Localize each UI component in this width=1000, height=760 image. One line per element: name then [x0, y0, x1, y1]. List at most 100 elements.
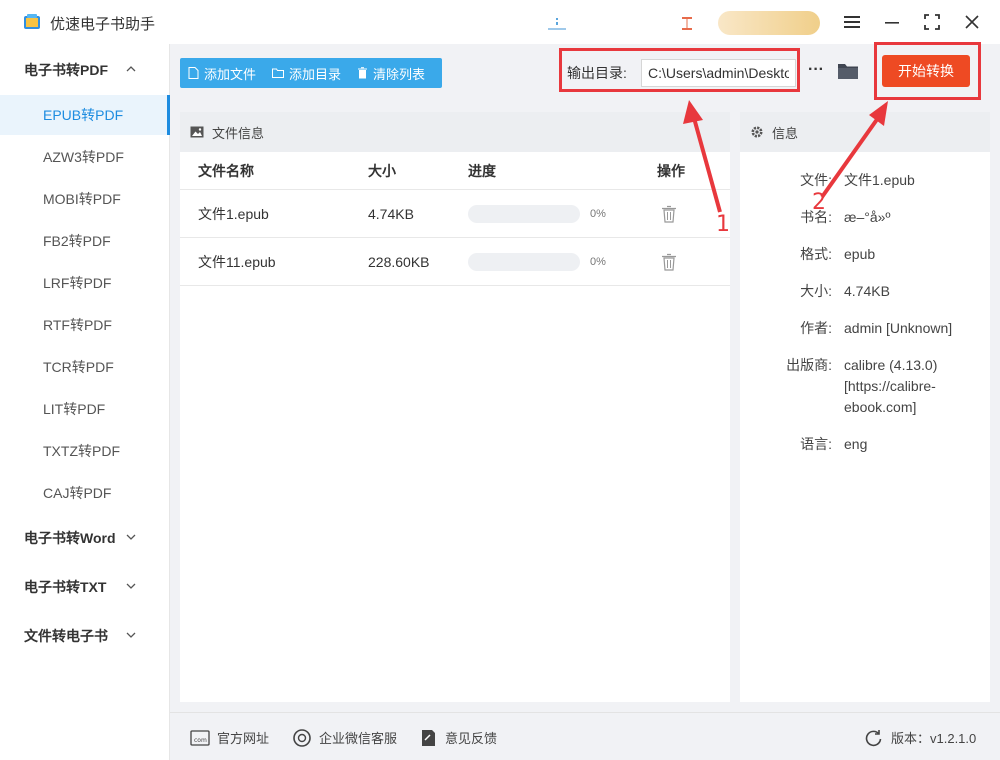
- output-dir-label: 输出目录:: [567, 65, 627, 81]
- clear-list-button[interactable]: 清除列表: [349, 58, 433, 88]
- info-value: 4.74KB: [844, 283, 890, 299]
- info-value: 文件1.epub: [844, 172, 915, 188]
- app-title: 优速电子书助手: [50, 16, 156, 33]
- group-label: 电子书转Word: [24, 530, 116, 546]
- info-panel-header: 信息: [740, 112, 990, 152]
- file-panel: 文件信息 文件名称 大小 进度 操作 文件1.epub 4.74KB 0% 文件…: [180, 112, 730, 702]
- website-label: 官方网址: [217, 731, 270, 746]
- chevron-down-icon: [126, 632, 136, 638]
- gift-icon: [682, 17, 692, 30]
- add-file-label: 添加文件: [204, 66, 257, 82]
- trash-icon: [358, 67, 368, 79]
- sidebar-group-file-to-ebook[interactable]: 文件转电子书: [0, 616, 170, 656]
- col-op-header: 操作: [657, 162, 685, 179]
- start-convert-button[interactable]: 开始转换: [882, 55, 970, 87]
- promo-icon: [548, 18, 566, 30]
- sidebar-item-epub-to-pdf[interactable]: EPUB转PDF: [0, 95, 170, 135]
- trash-icon: [662, 253, 676, 271]
- title-bar: 优速电子书助手: [0, 0, 1000, 44]
- chevron-up-icon: [126, 66, 136, 72]
- sidebar-item-mobi-to-pdf[interactable]: MOBI转PDF: [0, 179, 170, 219]
- folder-outline-icon: [272, 68, 285, 78]
- feedback-icon: [422, 729, 435, 746]
- sidebar-item-lrf-to-pdf[interactable]: LRF转PDF: [0, 263, 170, 303]
- trash-icon: [662, 205, 676, 223]
- close-icon[interactable]: [960, 10, 984, 34]
- sidebar-group-ebook-to-word[interactable]: 电子书转Word: [0, 518, 170, 558]
- group-label: 电子书转TXT: [24, 579, 107, 595]
- col-name-header: 文件名称: [198, 162, 254, 179]
- table-row[interactable]: 文件1.epub 4.74KB 0%: [180, 190, 730, 238]
- sidebar-item-lit-to-pdf[interactable]: LIT转PDF: [0, 389, 170, 429]
- info-value: æ–°å»º: [844, 209, 891, 225]
- progress-bar: [468, 238, 580, 285]
- sidebar-item-azw3-to-pdf[interactable]: AZW3转PDF: [0, 137, 170, 177]
- maximize-icon[interactable]: [920, 10, 944, 34]
- file-panel-title: 文件信息: [212, 125, 265, 141]
- delete-button[interactable]: [661, 238, 677, 285]
- wechat-support-label: 企业微信客服: [319, 731, 398, 746]
- more-options-button[interactable]: ···: [806, 60, 826, 84]
- version-label: 版本：v1.2.1.0: [891, 731, 977, 746]
- menu-icon[interactable]: [840, 10, 864, 34]
- info-key: 文件:: [800, 172, 832, 188]
- file-name: 文件1.epub: [198, 205, 269, 222]
- info-key: 大小:: [800, 283, 832, 299]
- info-value: calibre (4.13.0) [https://calibre-ebook.…: [844, 357, 938, 415]
- chevron-down-icon: [126, 583, 136, 589]
- info-panel: 信息 文件: 文件1.epub 书名: æ–°å»º 格式: epub 大小: …: [740, 112, 990, 702]
- version-info[interactable]: 版本：v1.2.1.0: [864, 728, 976, 747]
- sidebar-item-caj-to-pdf[interactable]: CAJ转PDF: [0, 473, 170, 513]
- chat-icon: [293, 728, 311, 747]
- chevron-down-icon: [126, 534, 136, 540]
- progress-bar: [468, 190, 580, 237]
- sidebar-item-rtf-to-pdf[interactable]: RTF转PDF: [0, 305, 170, 345]
- info-panel-title: 信息: [772, 125, 799, 141]
- clear-list-label: 清除列表: [373, 66, 426, 82]
- file-size: 228.60KB: [368, 253, 430, 270]
- file-size: 4.74KB: [368, 205, 414, 222]
- progress-percent: 0%: [590, 255, 606, 268]
- sidebar-item-txtz-to-pdf[interactable]: TXTZ转PDF: [0, 431, 170, 471]
- col-size-header: 大小: [368, 162, 396, 179]
- info-key: 出版商:: [786, 357, 832, 373]
- table-header: 文件名称 大小 进度 操作: [180, 152, 730, 190]
- group-label: 文件转电子书: [24, 628, 108, 644]
- gear-icon: [751, 126, 763, 138]
- group-label: 电子书转PDF: [24, 62, 108, 78]
- delete-button[interactable]: [661, 190, 677, 237]
- sidebar: 电子书转PDF EPUB转PDF AZW3转PDF MOBI转PDF FB2转P…: [0, 44, 170, 760]
- folder-icon[interactable]: [837, 60, 859, 82]
- add-folder-label: 添加目录: [289, 66, 342, 82]
- app-logo-icon: [24, 14, 40, 29]
- info-key: 语言:: [800, 436, 832, 452]
- minimize-icon[interactable]: [880, 10, 904, 34]
- vip-badge[interactable]: [718, 11, 820, 35]
- file-button-group: 添加文件 添加目录 清除列表: [180, 58, 442, 88]
- add-file-button[interactable]: 添加文件: [180, 58, 264, 88]
- col-progress-header: 进度: [468, 162, 496, 179]
- sidebar-group-ebook-to-pdf[interactable]: 电子书转PDF: [0, 50, 170, 90]
- info-value: eng: [844, 436, 868, 452]
- annotation-number-2: 2: [812, 190, 826, 215]
- sidebar-item-tcr-to-pdf[interactable]: TCR转PDF: [0, 347, 170, 387]
- sidebar-group-ebook-to-txt[interactable]: 电子书转TXT: [0, 567, 170, 607]
- add-folder-button[interactable]: 添加目录: [264, 58, 349, 88]
- info-key: 作者:: [800, 320, 832, 336]
- file-name: 文件11.epub: [198, 253, 276, 270]
- wechat-support-link[interactable]: 企业微信客服: [292, 728, 397, 747]
- refresh-icon: [865, 729, 882, 746]
- svg-text:com: com: [194, 737, 207, 744]
- sidebar-item-fb2-to-pdf[interactable]: FB2转PDF: [0, 221, 170, 261]
- image-icon: [190, 126, 204, 138]
- toolbar: 添加文件 添加目录 清除列表 输出目录: ··· 开始转换: [170, 44, 1000, 101]
- info-value: admin [Unknown]: [844, 320, 953, 336]
- website-link[interactable]: com 官方网址: [190, 728, 269, 747]
- output-dir-input[interactable]: [641, 59, 796, 87]
- feedback-link[interactable]: 意见反馈: [418, 728, 497, 747]
- table-row[interactable]: 文件11.epub 228.60KB 0%: [180, 238, 730, 286]
- file-icon: [188, 67, 199, 79]
- file-panel-header: 文件信息: [180, 112, 730, 152]
- info-value: epub: [844, 246, 876, 262]
- website-icon: com: [190, 729, 210, 746]
